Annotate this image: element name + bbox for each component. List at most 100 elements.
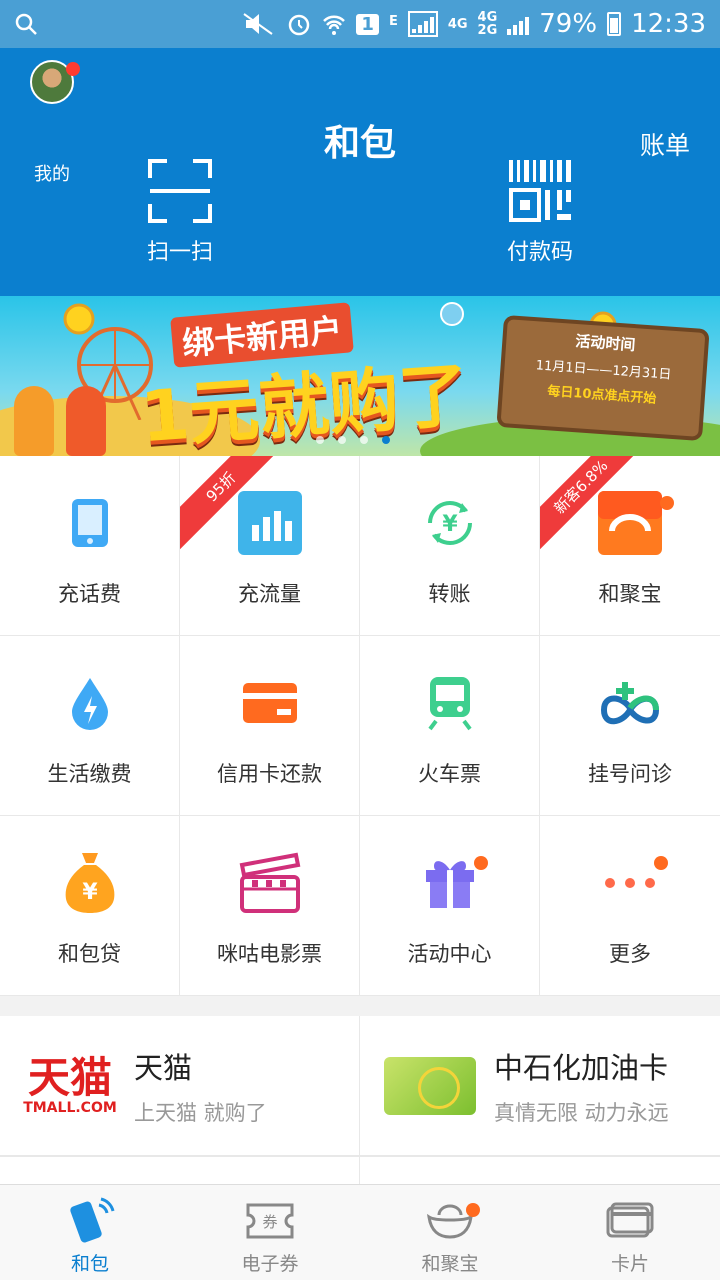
- new-dot: [466, 1203, 480, 1217]
- more-dots-icon: [605, 878, 655, 888]
- search-icon: [15, 13, 37, 35]
- app-header: 我的 和包 账单 扫一扫 付款码: [0, 48, 720, 296]
- service-activity-center[interactable]: 活动中心: [360, 816, 540, 996]
- new-dot: [660, 496, 674, 510]
- tab-coupons[interactable]: 券 电子券: [180, 1185, 360, 1280]
- carousel-dots[interactable]: [316, 436, 390, 444]
- service-label: 转账: [428, 582, 471, 606]
- clapperboard-icon: [239, 852, 300, 913]
- service-label: 活动中心: [407, 942, 492, 966]
- partner-name: 中石化加油卡: [494, 1050, 669, 1085]
- gift-icon: [425, 861, 474, 908]
- coupon-icon: 券: [246, 1203, 294, 1239]
- network-2g-sub: 2G: [477, 23, 498, 38]
- tab-cards[interactable]: 卡片: [540, 1185, 720, 1280]
- battery-percent: 79%: [539, 9, 598, 39]
- new-dot: [474, 856, 488, 870]
- tab-label: 卡片: [610, 1253, 649, 1275]
- notification-dot: [66, 62, 80, 76]
- alarm-icon: [289, 14, 310, 36]
- bottom-tab-bar: 和包 券 电子券 和聚宝 卡片: [0, 1184, 720, 1280]
- service-migu-movie[interactable]: 咪咕电影票: [180, 816, 360, 996]
- dual-network: 4G 2G: [478, 11, 498, 37]
- service-recharge-data[interactable]: 95折 充流量: [180, 456, 360, 636]
- service-hebao-loan[interactable]: ¥ 和包贷: [0, 816, 180, 996]
- boy-figure: [66, 386, 106, 456]
- medical-knot-icon: [600, 682, 660, 725]
- partner-desc: 真情无限 动力永远: [494, 1100, 669, 1125]
- service-recharge-phone[interactable]: 充话费: [0, 456, 180, 636]
- tmall-logo-text: 天猫: [27, 1052, 112, 1102]
- sim-badge: 1: [356, 13, 379, 35]
- money-bag-icon: ¥: [65, 853, 114, 913]
- service-label: 充流量: [238, 582, 301, 606]
- network-4g-label: 4G: [447, 16, 468, 32]
- service-label: 生活缴费: [47, 762, 132, 786]
- service-label: 和聚宝: [598, 582, 662, 606]
- service-more[interactable]: 更多: [540, 816, 720, 996]
- service-label: 和包贷: [58, 942, 121, 966]
- service-label: 信用卡还款: [217, 762, 322, 786]
- promo-banner[interactable]: 绑卡新用户 1元就购了 活动时间 11月1日——12月31日 每日10点准点开始: [0, 296, 720, 456]
- train-icon: [427, 677, 472, 731]
- service-label: 咪咕电影票: [217, 942, 322, 966]
- activity-sign: 活动时间 11月1日——12月31日 每日10点准点开始: [496, 314, 710, 442]
- partner-cards: 天猫 TMALL.COM 天猫 上天猫 就购了 中石化加油卡 真情无限 动力永远: [0, 1016, 720, 1156]
- carousel-dot[interactable]: [316, 436, 324, 444]
- service-medical[interactable]: 挂号问诊: [540, 636, 720, 816]
- service-transfer[interactable]: ¥ 转账: [360, 456, 540, 636]
- partner-sinopec-fuel-card[interactable]: 中石化加油卡 真情无限 动力永远: [360, 1016, 720, 1156]
- scan-label: 扫一扫: [146, 240, 213, 265]
- status-bar: 1 E 4G 4G 2G 79% 12:33: [0, 0, 720, 48]
- scan-button[interactable]: 扫一扫: [90, 158, 270, 266]
- hebao-phone-icon: [70, 1197, 115, 1243]
- tab-hebao[interactable]: 和包: [0, 1185, 180, 1280]
- barcode-qr-icon: [509, 160, 571, 222]
- next-row-peek: [0, 1156, 720, 1184]
- service-label: 火车票: [418, 762, 481, 786]
- carousel-dot[interactable]: [360, 436, 368, 444]
- tab-label: 和包: [70, 1253, 109, 1275]
- tab-label: 电子券: [241, 1253, 299, 1275]
- svg-text:¥: ¥: [442, 512, 458, 537]
- water-drop-icon: [71, 678, 108, 730]
- transfer-yuan-icon: ¥: [427, 501, 472, 545]
- service-label: 挂号问诊: [588, 762, 672, 786]
- service-train-ticket[interactable]: 火车票: [360, 636, 540, 816]
- credit-card-icon: [242, 683, 297, 723]
- service-grid: 充话费 95折 充流量 ¥ 转账 新客6.8% 和聚宝 生活缴费 信用卡还款 火…: [0, 456, 720, 996]
- bill-link[interactable]: 账单: [640, 126, 690, 162]
- phone-icon: [71, 499, 108, 547]
- tmall-logo-sub: TMALL.COM: [23, 1099, 117, 1116]
- coin-icon: [440, 302, 464, 326]
- paycode-button[interactable]: 付款码: [450, 158, 630, 266]
- service-label: 更多: [609, 942, 651, 966]
- service-hejubao[interactable]: 新客6.8% 和聚宝: [540, 456, 720, 636]
- new-dot: [654, 856, 668, 870]
- tab-hejubao[interactable]: 和聚宝: [360, 1185, 540, 1280]
- cards-icon: [606, 1202, 654, 1238]
- paycode-label: 付款码: [506, 240, 573, 265]
- coin-icon: [63, 303, 95, 335]
- carousel-dot-active[interactable]: [382, 436, 390, 444]
- girl-figure: [14, 386, 54, 456]
- scan-icon: [148, 159, 212, 223]
- coupon-glyph: 券: [262, 1213, 277, 1231]
- signal-2-icon: [507, 13, 530, 35]
- clock: 12:33: [631, 9, 706, 39]
- partner-tmall[interactable]: 天猫 TMALL.COM 天猫 上天猫 就购了: [0, 1016, 360, 1156]
- network-e-label: E: [388, 14, 398, 29]
- wifi-icon: [323, 15, 346, 35]
- carousel-dot[interactable]: [338, 436, 346, 444]
- tmall-logo: 天猫 TMALL.COM: [20, 1046, 120, 1126]
- signal-icon: [407, 11, 438, 37]
- data-chart-icon: [237, 491, 302, 555]
- service-label: 充话费: [58, 582, 121, 606]
- partner-desc: 上天猫 就购了: [134, 1100, 267, 1125]
- service-credit-card[interactable]: 信用卡还款: [180, 636, 360, 816]
- mute-icon: [243, 13, 273, 35]
- hejubao-icon: [598, 491, 662, 555]
- service-utility-bills[interactable]: 生活缴费: [0, 636, 180, 816]
- svg-text:¥: ¥: [82, 880, 98, 905]
- fuel-card-image: [380, 1046, 480, 1126]
